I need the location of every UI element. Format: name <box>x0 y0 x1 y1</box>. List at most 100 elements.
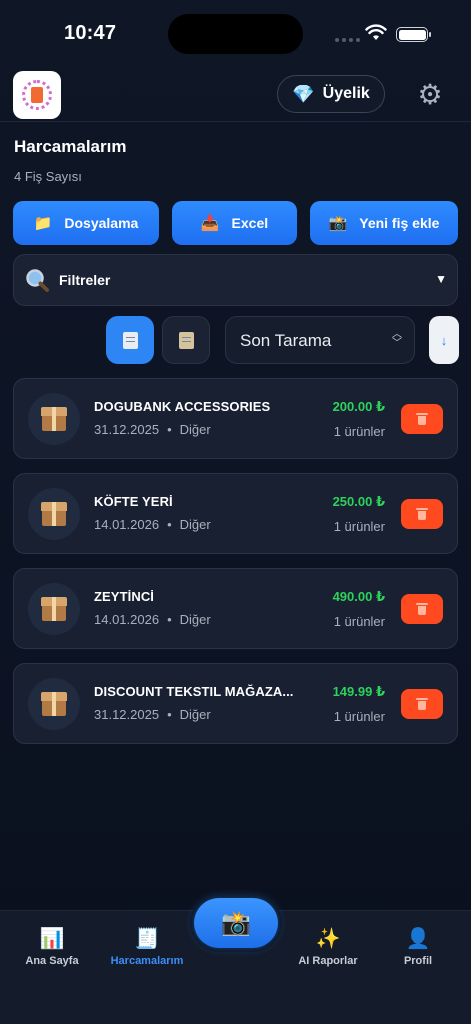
separator-dot: • <box>167 422 172 437</box>
receipt-amount: 490.00 ₺ <box>332 589 385 604</box>
delete-button[interactable] <box>401 594 443 624</box>
gear-icon[interactable]: ⚙ <box>414 79 446 111</box>
receipt-logo-icon <box>31 87 43 103</box>
user-icon: 👤 <box>405 928 431 950</box>
excel-label: Excel <box>231 215 269 231</box>
tab-profile[interactable]: 👤 Profil <box>371 927 465 967</box>
receipt-card[interactable]: DISCOUNT TEKSTIL MAĞAZA... 31.12.2025 • Di… <box>13 663 458 744</box>
item-count: 1 ürünler <box>333 709 385 724</box>
receipt-category: Diğer <box>179 612 211 627</box>
clipboard-icon <box>178 331 194 349</box>
add-receipt-label: Yeni fiş ekle <box>359 215 440 231</box>
receipt-count: 4 Fiş Sayısı <box>14 169 82 184</box>
wifi-icon <box>365 24 387 47</box>
receipt-category: Diğer <box>179 517 211 532</box>
dynamic-island <box>168 14 303 54</box>
receipt-category: Diğer <box>179 707 211 722</box>
chevron-updown-icon: ︿ ﹀ <box>392 329 402 349</box>
package-icon <box>41 502 67 526</box>
delete-button[interactable] <box>401 689 443 719</box>
trash-icon <box>416 603 428 615</box>
separator-dot: • <box>167 707 172 722</box>
delete-button[interactable] <box>401 404 443 434</box>
status-time: 10:47 <box>64 22 117 44</box>
cellular-signal-icon <box>335 38 360 42</box>
receipt-amount: 250.00 ₺ <box>332 494 385 509</box>
scan-receipt-button[interactable]: 📸 <box>190 894 282 952</box>
receipt-amount: 200.00 ₺ <box>332 399 385 414</box>
item-count: 1 ürünler <box>333 519 385 534</box>
receipt-meta: 31.12.2025 • Diğer <box>94 707 211 722</box>
receipt-meta: 14.01.2026 • Diğer <box>94 517 211 532</box>
package-icon <box>41 692 67 716</box>
tab-home[interactable]: 📊 Ana Sayfa <box>5 927 99 967</box>
receipt-thumbnail <box>28 488 80 540</box>
tab-label: Harcamalarım <box>110 955 184 967</box>
document-icon <box>122 331 138 349</box>
tab-label: Profil <box>403 955 433 967</box>
app-logo[interactable] <box>13 71 61 119</box>
excel-button[interactable]: 📥 Excel <box>172 201 297 245</box>
sort-select[interactable]: Son Tarama ︿ ﹀ <box>225 316 415 364</box>
trash-icon <box>416 508 428 520</box>
receipt-card[interactable]: ZEYTİNCİ 14.01.2026 • Diğer 490.00 ₺ 1 ürü… <box>13 568 458 649</box>
receipt-card[interactable]: KÖFTE YERİ 14.01.2026 • Diğer 250.00 ₺ 1 ü… <box>13 473 458 554</box>
filters-label: Filtreler <box>59 272 111 288</box>
logo-ring <box>22 80 52 110</box>
store-name: DOGUBANK ACCESSORIES <box>94 399 271 414</box>
receipt-meta: 31.12.2025 • Diğer <box>94 422 211 437</box>
search-icon <box>26 269 49 292</box>
inbox-tray-icon: 📥 <box>200 215 220 232</box>
folder-icon: 📁 <box>33 215 53 232</box>
trash-icon <box>416 698 428 710</box>
receipt-thumbnail <box>28 678 80 730</box>
filing-label: Dosyalama <box>64 215 139 231</box>
filters-toggle[interactable]: Filtreler ▼ <box>13 254 458 306</box>
store-name: KÖFTE YERİ <box>94 494 173 509</box>
item-count: 1 ürünler <box>333 614 385 629</box>
tab-label: Ana Sayfa <box>25 955 79 967</box>
battery-icon <box>396 27 431 42</box>
receipt-thumbnail <box>28 583 80 635</box>
item-count: 1 ürünler <box>333 424 385 439</box>
tab-ai-reports[interactable]: ✨ AI Raporlar <box>281 927 375 967</box>
receipt-icon: 🧾 <box>134 928 160 950</box>
package-icon <box>41 597 67 621</box>
arrow-down-icon: ↓ <box>440 332 448 348</box>
bar-chart-icon: 📊 <box>39 928 65 950</box>
chevron-down-icon: ▼ <box>435 272 447 286</box>
receipt-date: 14.01.2026 <box>94 517 160 532</box>
app-header: 💎 Üyelik ⚙ <box>0 64 471 122</box>
store-name: ZEYTİNCİ <box>94 589 155 604</box>
camera-icon: 📸 <box>328 215 348 232</box>
tab-expenses[interactable]: 🧾 Harcamalarım <box>100 927 194 967</box>
sort-order-button[interactable]: ↓ <box>429 316 459 364</box>
action-buttons: 📁 Dosyalama 📥 Excel 📸 Yeni fiş ekle <box>13 201 458 245</box>
receipt-date: 31.12.2025 <box>94 707 160 722</box>
delete-button[interactable] <box>401 499 443 529</box>
list-view-button[interactable] <box>162 316 210 364</box>
sparkles-icon: ✨ <box>315 928 341 950</box>
receipt-date: 14.01.2026 <box>94 612 160 627</box>
store-name: DISCOUNT TEKSTIL MAĞAZA... <box>94 684 294 699</box>
add-receipt-button[interactable]: 📸 Yeni fiş ekle <box>310 201 458 245</box>
receipt-date: 31.12.2025 <box>94 422 160 437</box>
separator-dot: • <box>167 612 172 627</box>
receipt-card[interactable]: DOGUBANK ACCESSORIES 31.12.2025 • Diğer 20… <box>13 378 458 459</box>
card-view-button[interactable] <box>106 316 154 364</box>
page-title: Harcamalarım <box>14 137 127 156</box>
camera-flash-icon: 📸 <box>194 898 278 948</box>
package-icon <box>41 407 67 431</box>
receipt-meta: 14.01.2026 • Diğer <box>94 612 211 627</box>
membership-button[interactable]: 💎 Üyelik <box>277 75 385 113</box>
membership-label: Üyelik <box>322 85 370 102</box>
gem-icon: 💎 <box>292 83 315 104</box>
receipt-amount: 149.99 ₺ <box>332 684 385 699</box>
receipt-category: Diğer <box>179 422 211 437</box>
receipt-thumbnail <box>28 393 80 445</box>
tab-label: AI Raporlar <box>298 955 358 967</box>
status-bar: 10:47 <box>0 0 471 64</box>
filing-button[interactable]: 📁 Dosyalama <box>13 201 159 245</box>
sort-selected-value: Son Tarama <box>240 331 332 350</box>
separator-dot: • <box>167 517 172 532</box>
